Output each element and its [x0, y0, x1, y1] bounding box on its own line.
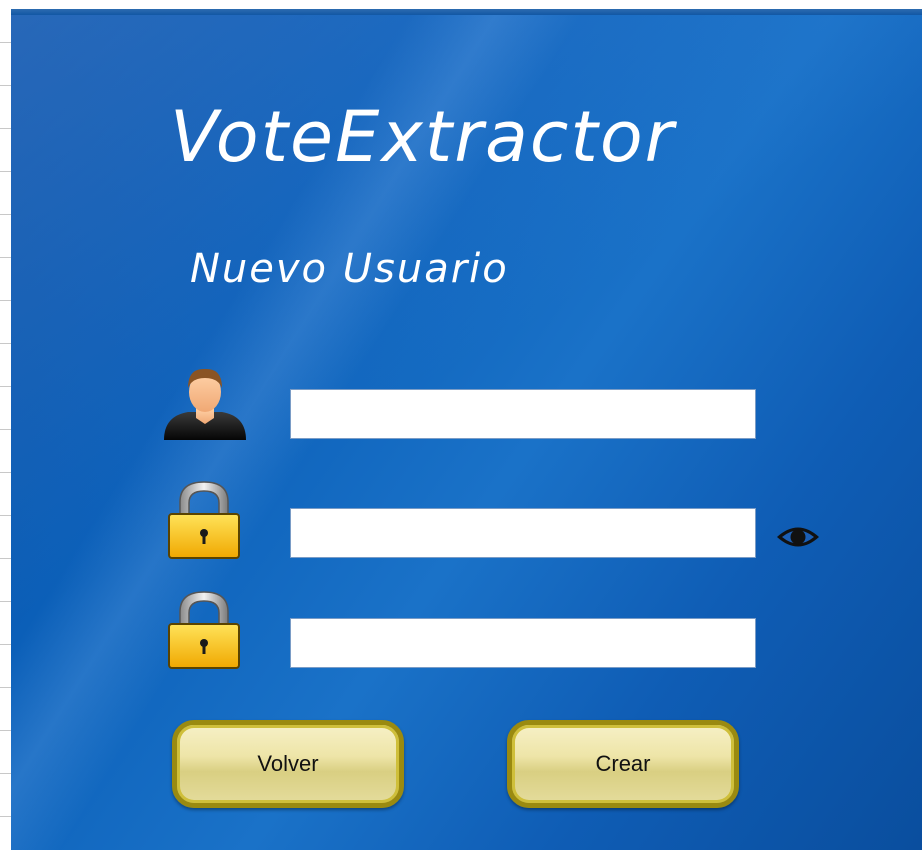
user-icon — [164, 368, 246, 440]
confirm-password-input[interactable] — [290, 618, 756, 668]
password-input[interactable] — [290, 508, 756, 558]
back-button[interactable]: Volver — [172, 720, 404, 808]
eye-icon[interactable] — [775, 522, 821, 552]
create-button[interactable]: Crear — [507, 720, 739, 808]
form-subtitle: Nuevo Usuario — [190, 246, 509, 292]
app-title: VoteExtractor — [170, 96, 676, 178]
left-window-edge — [0, 0, 11, 850]
lock-icon — [168, 481, 240, 559]
lock-icon — [168, 591, 240, 669]
username-input[interactable] — [290, 389, 756, 439]
window-top-edge — [11, 9, 922, 15]
